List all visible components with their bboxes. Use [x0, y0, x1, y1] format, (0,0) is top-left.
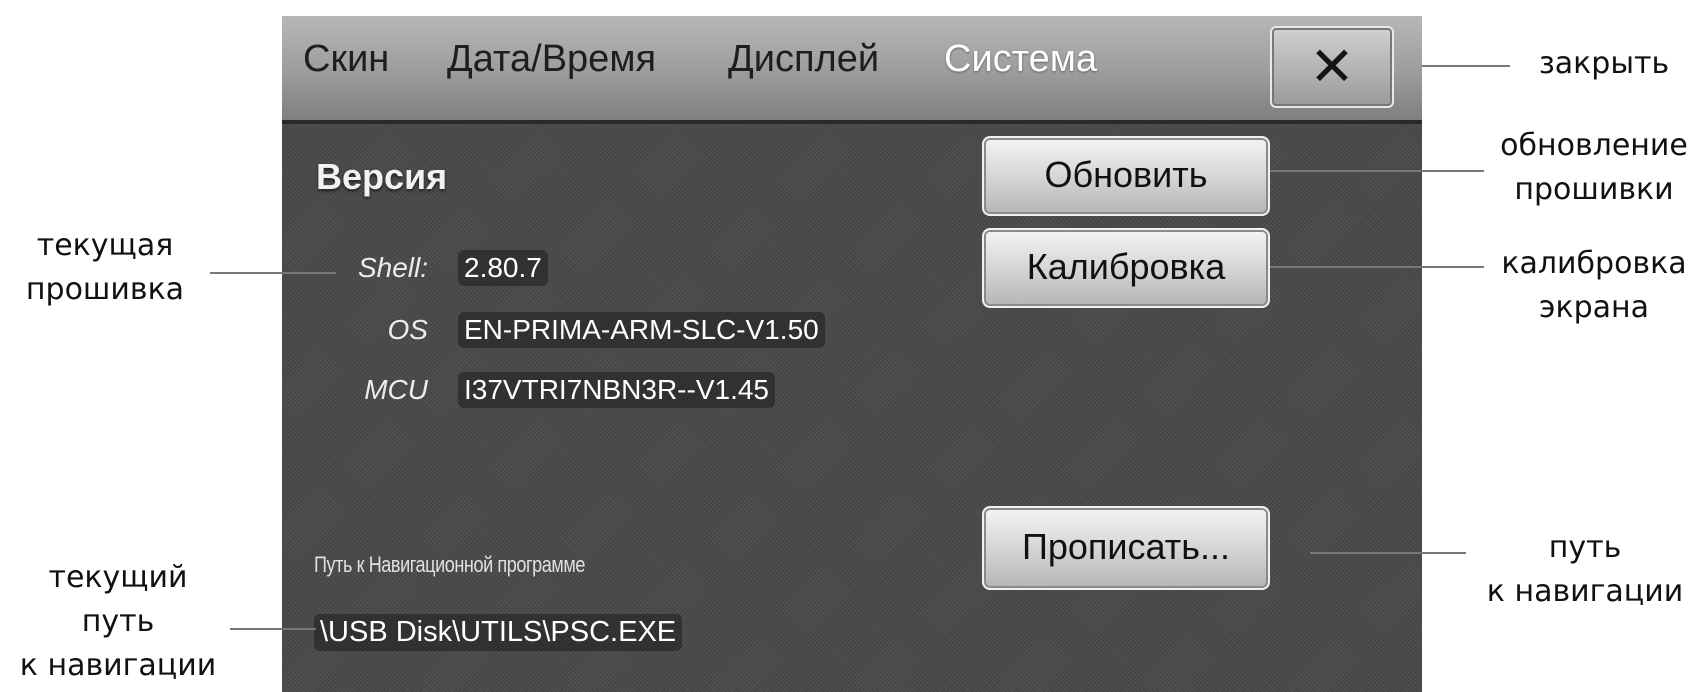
set-path-button[interactable]: Прописать...	[982, 506, 1270, 590]
nav-path-value: \USB Disk\UTILS\PSC.EXE	[314, 614, 683, 651]
annotation-current-nav-path: текущий путь к навигации	[19, 560, 217, 683]
tab-bar: Скин Дата/Время Дисплей Система ✕	[282, 16, 1422, 124]
annotation-screen-calibration: калибровка экрана	[1501, 246, 1687, 325]
os-label: OS	[387, 314, 428, 345]
calibrate-button[interactable]: Калибровка	[982, 228, 1270, 308]
mcu-version: I37VTRI7NBN3R--V1.45	[458, 372, 776, 408]
os-version: EN-PRIMA-ARM-SLC-V1.50	[458, 312, 825, 348]
settings-window: Скин Дата/Время Дисплей Система ✕ Версия…	[282, 16, 1422, 692]
annotation-current-firmware: текущая прошивка	[25, 228, 185, 307]
shell-version: 2.80.7	[458, 250, 548, 286]
callout-line-nav-path	[1310, 552, 1466, 554]
callout-line-close	[1422, 65, 1510, 67]
callout-line-firmware	[210, 272, 336, 274]
close-button[interactable]: ✕	[1270, 26, 1394, 108]
nav-path-label: Путь к Навигационной программе	[314, 552, 586, 577]
callout-line-update	[1270, 170, 1484, 172]
shell-label: Shell:	[357, 252, 428, 283]
tab-display[interactable]: Дисплей	[728, 38, 879, 81]
tab-system[interactable]: Система	[944, 38, 1097, 81]
update-button[interactable]: Обновить	[982, 136, 1270, 216]
tab-skin[interactable]: Скин	[303, 38, 389, 81]
tab-datetime[interactable]: Дата/Время	[447, 38, 656, 81]
annotation-firmware-update: обновление прошивки	[1500, 128, 1688, 207]
callout-line-current-path	[230, 628, 316, 630]
annotation-close: закрыть	[1538, 46, 1670, 81]
mcu-label: MCU	[364, 374, 428, 405]
callout-line-calibrate	[1270, 266, 1484, 268]
close-icon: ✕	[1309, 35, 1355, 98]
version-heading: Версия	[316, 156, 448, 197]
annotation-nav-path: путь к навигации	[1486, 530, 1684, 609]
